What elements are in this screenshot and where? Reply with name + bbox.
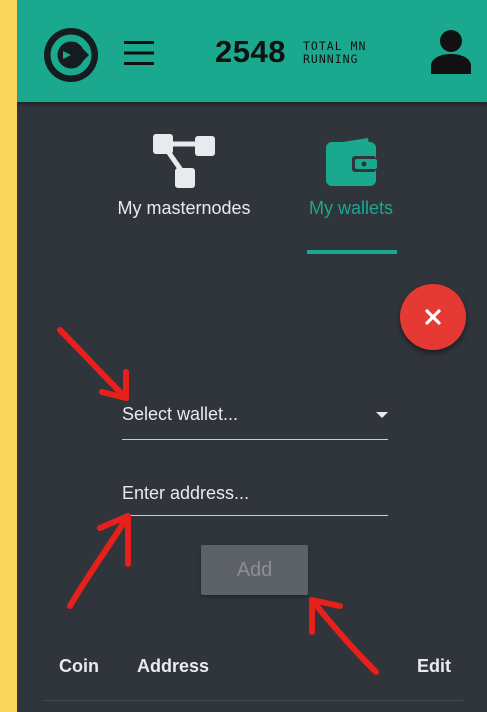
masternode-count-label: TOTAL MN RUNNING bbox=[303, 40, 366, 66]
address-field[interactable] bbox=[122, 474, 388, 516]
column-header-address: Address bbox=[137, 656, 210, 676]
active-tab-indicator bbox=[307, 250, 397, 254]
column-header-edit: Edit bbox=[417, 656, 451, 676]
wallet-select[interactable]: Select wallet... bbox=[122, 398, 388, 440]
count-label-line2: RUNNING bbox=[303, 52, 359, 66]
tab-label-masternodes: My masternodes bbox=[117, 198, 251, 218]
masternodes-icon bbox=[153, 134, 215, 188]
masternode-count: 2548 bbox=[215, 34, 286, 69]
app-header: 2548 TOTAL MN RUNNING bbox=[17, 0, 487, 102]
tab-my-wallets[interactable]: My wallets bbox=[299, 130, 403, 219]
table-header-divider bbox=[43, 700, 463, 701]
tab-label-wallets: My wallets bbox=[308, 198, 393, 218]
wallet-select-value: Select wallet... bbox=[122, 404, 239, 424]
address-input[interactable] bbox=[122, 478, 388, 508]
close-icon bbox=[425, 309, 441, 325]
app-window: 2548 TOTAL MN RUNNING My masternodes My … bbox=[17, 0, 487, 712]
column-header-coin: Coin bbox=[59, 656, 99, 676]
account-icon[interactable] bbox=[429, 28, 473, 76]
tab-my-masternodes[interactable]: My masternodes bbox=[109, 130, 259, 219]
menu-icon[interactable] bbox=[124, 40, 154, 66]
close-button[interactable] bbox=[400, 284, 466, 350]
app-logo-icon[interactable] bbox=[43, 27, 99, 83]
add-button[interactable]: Add bbox=[201, 545, 308, 595]
wallet-icon bbox=[326, 138, 377, 186]
caret-down-icon bbox=[376, 412, 388, 418]
